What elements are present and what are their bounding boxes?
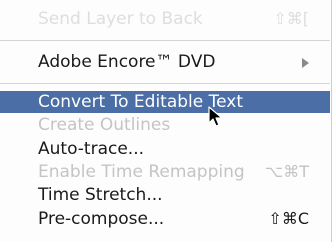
menu-item-label: Send Layer to Back [38, 9, 203, 29]
submenu-arrow-icon [302, 58, 309, 68]
context-menu: Send Layer to Back ⇧⌘[ Adobe Encore™ DVD… [0, 0, 332, 242]
menu-item-convert-to-editable-text[interactable]: Convert To Editable Text [0, 91, 330, 113]
menu-item-label: Pre-compose... [38, 209, 165, 229]
menu-item-label: Enable Time Remapping [38, 162, 245, 182]
menu-item-shortcut: ⌥⌘T [264, 162, 309, 181]
menu-item-label: Adobe Encore™ DVD [38, 52, 216, 72]
menu-item-auto-trace[interactable]: Auto-trace... [0, 138, 330, 160]
menu-item-enable-time-remapping[interactable]: Enable Time Remapping ⌥⌘T [0, 161, 330, 183]
menu-item-time-stretch[interactable]: Time Stretch... [0, 184, 330, 206]
menu-item-label: Auto-trace... [38, 139, 145, 159]
menu-item-shortcut: ⇧⌘C [268, 209, 309, 228]
menu-item-create-outlines[interactable]: Create Outlines [0, 114, 330, 136]
menu-item-pre-compose[interactable]: Pre-compose... ⇧⌘C [0, 208, 330, 230]
menu-separator [0, 83, 330, 84]
menu-item-send-layer-to-back[interactable]: Send Layer to Back ⇧⌘[ [0, 8, 330, 30]
arrow-pointer-icon [208, 106, 223, 127]
menu-item-label: Create Outlines [38, 115, 171, 135]
menu-item-label: Time Stretch... [38, 185, 163, 205]
menu-item-adobe-encore-dvd[interactable]: Adobe Encore™ DVD [0, 51, 330, 73]
menu-item-shortcut: ⇧⌘[ [273, 9, 309, 28]
menu-separator [0, 40, 330, 41]
